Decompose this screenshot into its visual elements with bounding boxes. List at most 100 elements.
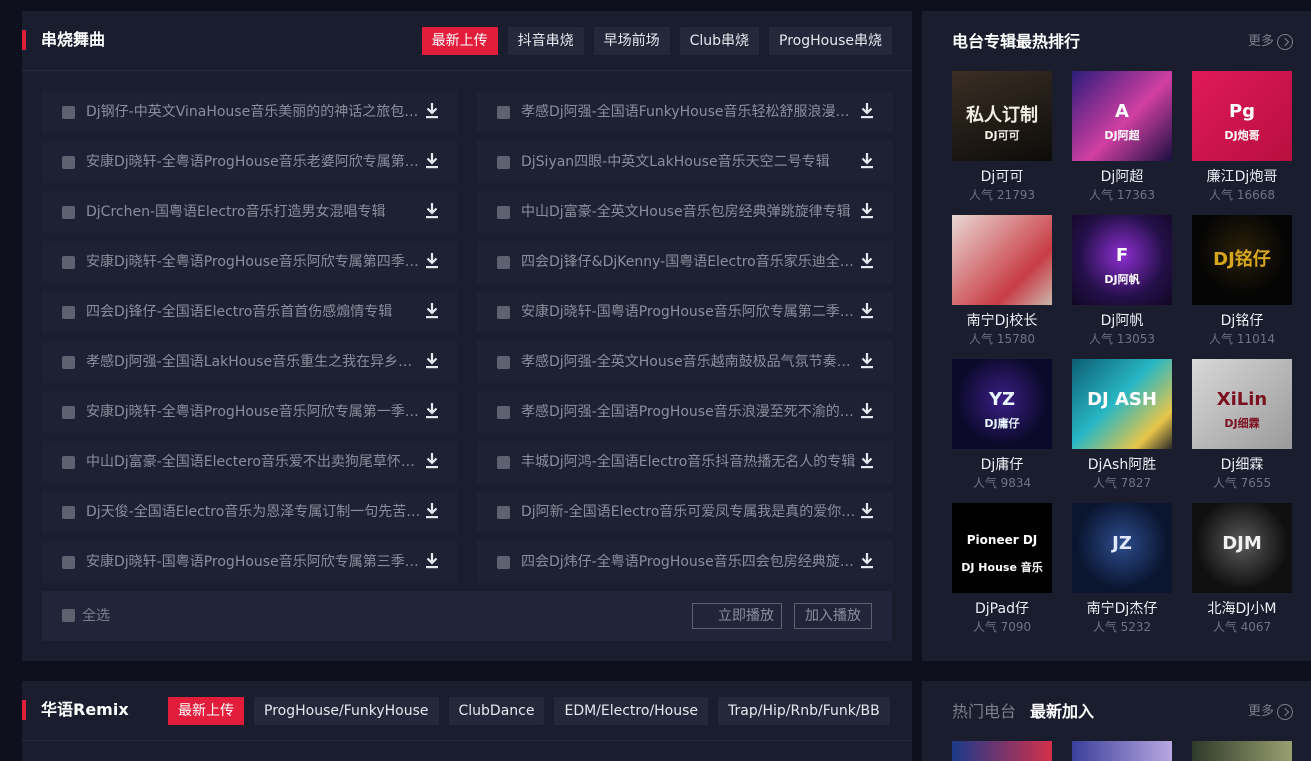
song-checkbox[interactable] xyxy=(497,356,510,369)
add-to-playlist-button[interactable]: 加入播放 xyxy=(794,603,872,629)
song-title[interactable]: 中山Dj富豪-全英文House音乐包房经典弹跳旋律专辑 xyxy=(521,203,861,221)
song-row[interactable]: Dj天俊-全国语Electro音乐为恩泽专属订制一句先苦后甜 xyxy=(42,491,458,533)
download-icon[interactable] xyxy=(425,552,439,570)
song-title[interactable]: 安康Dj晓轩-国粤语ProgHouse音乐阿欣专属第三季专辑 xyxy=(86,553,426,571)
dj-cover[interactable]: DJ ASH xyxy=(1072,359,1172,449)
dj-cover[interactable]: XiLin DJ细霖 xyxy=(1192,359,1292,449)
tab-douyin[interactable]: 抖音串烧 xyxy=(507,27,584,55)
song-checkbox[interactable] xyxy=(497,556,510,569)
more-link[interactable]: 更多 xyxy=(1248,33,1293,51)
dj-name[interactable]: Dj庸仔 xyxy=(942,456,1062,474)
song-row[interactable]: 孝感Dj阿强-全国语LakHouse音乐重生之我在异乡为异客 xyxy=(42,341,458,383)
dj-name[interactable]: Dj铭仔 xyxy=(1182,312,1302,330)
dj-name[interactable]: 廉江Dj炮哥 xyxy=(1182,168,1302,186)
song-checkbox[interactable] xyxy=(62,556,75,569)
song-row[interactable]: 孝感Dj阿强-全英文House音乐越南鼓极品气氛节奏专辑 xyxy=(477,341,893,383)
dj-card[interactable]: 南宁Dj校长 人气 15780 xyxy=(952,215,1052,355)
dj-card[interactable]: Pg DJ炮哥 廉江Dj炮哥 人气 16668 xyxy=(1192,71,1292,211)
song-checkbox[interactable] xyxy=(497,406,510,419)
song-checkbox[interactable] xyxy=(497,106,510,119)
song-row[interactable]: 丰城Dj阿鸿-全国语Electro音乐抖音热播无名人的专辑 xyxy=(477,441,893,483)
song-row[interactable]: Dj阿新-全国语Electro音乐可爱凤专属我是真的爱你专辑 xyxy=(477,491,893,533)
dj-card[interactable]: 私人订制 DJ可可 Dj可可 人气 21793 xyxy=(952,71,1052,211)
tab-early[interactable]: 早场前场 xyxy=(593,27,670,55)
song-checkbox[interactable] xyxy=(497,156,510,169)
dj-cover[interactable]: DJ铭仔 xyxy=(1192,215,1292,305)
dj-card[interactable]: F DJ阿帆 Dj阿帆 人气 13053 xyxy=(1072,215,1172,355)
dj-card[interactable]: A DJ阿超 Dj阿超 人气 17363 xyxy=(1072,71,1172,211)
song-row[interactable]: DjCrchen-国粤语Electro音乐打造男女混唱专辑 xyxy=(42,191,458,233)
song-row[interactable]: 安康Dj晓轩-国粤语ProgHouse音乐阿欣专属第三季专辑 xyxy=(42,541,458,583)
dj-card[interactable]: JZ 南宁Dj杰仔 人气 5232 xyxy=(1072,503,1172,643)
dj-name[interactable]: DjPad仔 xyxy=(942,600,1062,618)
song-title[interactable]: 四会Dj锋仔&DjKenny-国粤语Electro音乐家乐迪全场专辑 xyxy=(521,253,861,271)
dj-card[interactable]: XiLin DJ细霖 Dj细霖 人气 7655 xyxy=(1192,359,1292,499)
dj-name[interactable]: 南宁Dj校长 xyxy=(942,312,1062,330)
song-row[interactable]: 孝感Dj阿强-全国语FunkyHouse音乐轻松舒服浪漫情歌专辑 xyxy=(477,91,893,133)
dj-card[interactable]: DJ ASH DjAsh阿胜 人气 7827 xyxy=(1072,359,1172,499)
tab-proghouse-funkyhouse[interactable]: ProgHouse/FunkyHouse xyxy=(254,697,439,725)
song-title[interactable]: 孝感Dj阿强-全国语LakHouse音乐重生之我在异乡为异客 xyxy=(86,353,426,371)
tab-latest[interactable]: 最新上传 xyxy=(421,27,498,55)
radio-cover[interactable] xyxy=(1072,741,1172,761)
song-checkbox[interactable] xyxy=(62,306,75,319)
song-row[interactable]: 孝感Dj阿强-全国语ProgHouse音乐浪漫至死不渝的爱情 xyxy=(477,391,893,433)
play-now-button[interactable]: 立即播放 xyxy=(692,603,782,629)
dj-card[interactable]: Pioneer DJ DJ House 音乐 DjPad仔 人气 7090 xyxy=(952,503,1052,643)
download-icon[interactable] xyxy=(425,102,439,120)
song-checkbox[interactable] xyxy=(62,506,75,519)
song-title[interactable]: 安康Dj晓轩-国粤语ProgHouse音乐阿欣专属第二季专辑 xyxy=(521,303,861,321)
song-row[interactable]: 安康Dj晓轩-全粤语ProgHouse音乐阿欣专属第一季专辑 xyxy=(42,391,458,433)
dj-name[interactable]: DjAsh阿胜 xyxy=(1062,456,1182,474)
dj-card[interactable]: DJM 北海DJ小M 人气 4067 xyxy=(1192,503,1292,643)
download-icon[interactable] xyxy=(425,402,439,420)
select-all-checkbox[interactable] xyxy=(62,609,75,622)
download-icon[interactable] xyxy=(860,402,874,420)
download-icon[interactable] xyxy=(425,152,439,170)
song-title[interactable]: 孝感Dj阿强-全国语ProgHouse音乐浪漫至死不渝的爱情 xyxy=(521,403,861,421)
dj-cover[interactable]: YZ DJ庸仔 xyxy=(952,359,1052,449)
download-icon[interactable] xyxy=(425,302,439,320)
dj-cover[interactable]: DJM xyxy=(1192,503,1292,593)
song-row[interactable]: Dj钢仔-中英文VinaHouse音乐美丽的的神话之旅包房专辑 xyxy=(42,91,458,133)
song-title[interactable]: Dj钢仔-中英文VinaHouse音乐美丽的的神话之旅包房专辑 xyxy=(86,103,426,121)
song-title[interactable]: 安康Dj晓轩-全粤语ProgHouse音乐阿欣专属第一季专辑 xyxy=(86,403,426,421)
song-title[interactable]: 四会Dj炜仔-全粤语ProgHouse音乐四会包房经典旋律专辑 xyxy=(521,553,861,571)
song-row[interactable]: 中山Dj富豪-全英文House音乐包房经典弹跳旋律专辑 xyxy=(477,191,893,233)
dj-cover[interactable] xyxy=(952,215,1052,305)
song-row[interactable]: DjSiyan四眼-中英文LakHouse音乐天空二号专辑 xyxy=(477,141,893,183)
song-title[interactable]: DjSiyan四眼-中英文LakHouse音乐天空二号专辑 xyxy=(521,153,861,171)
song-title[interactable]: 四会Dj锋仔-全国语Electro音乐首首伤感煽情专辑 xyxy=(86,303,426,321)
dj-card[interactable]: YZ DJ庸仔 Dj庸仔 人气 9834 xyxy=(952,359,1052,499)
song-title[interactable]: 中山Dj富豪-全国语Electero音乐爱不出卖狗尾草怀旧专辑 xyxy=(86,453,426,471)
tab-clubdance[interactable]: ClubDance xyxy=(448,697,545,725)
download-icon[interactable] xyxy=(860,102,874,120)
download-icon[interactable] xyxy=(860,152,874,170)
song-row[interactable]: 四会Dj炜仔-全粤语ProgHouse音乐四会包房经典旋律专辑 xyxy=(477,541,893,583)
dj-name[interactable]: Dj可可 xyxy=(942,168,1062,186)
tab-edm[interactable]: EDM/Electro/House xyxy=(554,697,709,725)
dj-name[interactable]: 南宁Dj杰仔 xyxy=(1062,600,1182,618)
dj-name[interactable]: Dj阿帆 xyxy=(1062,312,1182,330)
song-checkbox[interactable] xyxy=(62,356,75,369)
dj-cover[interactable]: JZ xyxy=(1072,503,1172,593)
download-icon[interactable] xyxy=(425,252,439,270)
tab-trap[interactable]: Trap/Hip/Rnb/Funk/BB xyxy=(718,697,890,725)
song-checkbox[interactable] xyxy=(497,256,510,269)
dj-name[interactable]: 北海DJ小M xyxy=(1182,600,1302,618)
dj-name[interactable]: Dj阿超 xyxy=(1062,168,1182,186)
more-link[interactable]: 更多 xyxy=(1248,703,1293,721)
tab-latest[interactable]: 最新上传 xyxy=(168,697,244,725)
tab-proghouse[interactable]: ProgHouse串烧 xyxy=(769,27,892,55)
download-icon[interactable] xyxy=(425,202,439,220)
radio-cover[interactable] xyxy=(952,741,1052,761)
song-checkbox[interactable] xyxy=(62,406,75,419)
song-row[interactable]: 四会Dj锋仔&DjKenny-国粤语Electro音乐家乐迪全场专辑 xyxy=(477,241,893,283)
download-icon[interactable] xyxy=(425,452,439,470)
song-checkbox[interactable] xyxy=(497,456,510,469)
song-checkbox[interactable] xyxy=(62,206,75,219)
download-icon[interactable] xyxy=(860,502,874,520)
download-icon[interactable] xyxy=(860,552,874,570)
song-checkbox[interactable] xyxy=(62,256,75,269)
song-title[interactable]: 孝感Dj阿强-全英文House音乐越南鼓极品气氛节奏专辑 xyxy=(521,353,861,371)
